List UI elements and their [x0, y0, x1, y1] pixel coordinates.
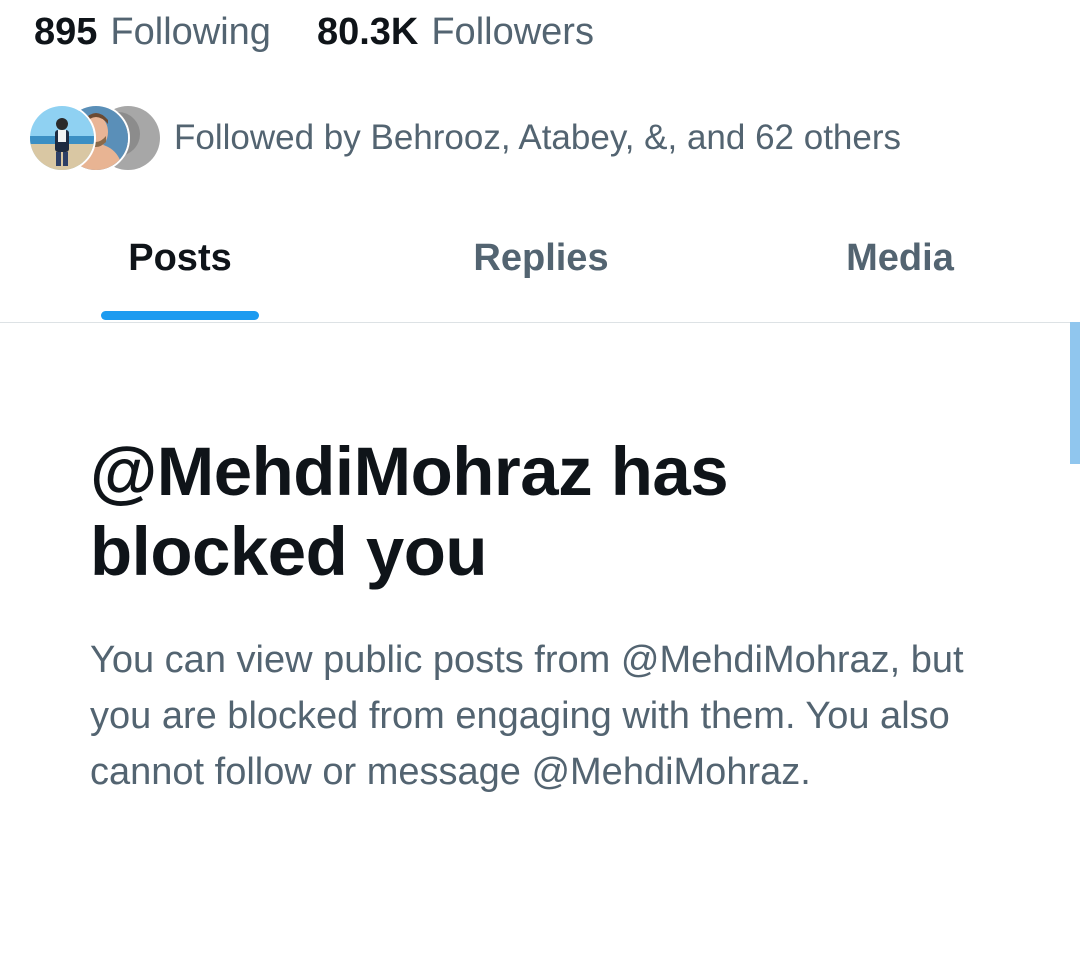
profile-tabs: Posts Replies Media — [0, 206, 1080, 323]
profile-stats: 895 Following 80.3K Followers — [34, 8, 594, 56]
active-tab-indicator — [101, 311, 259, 320]
blocked-title: @MehdiMohraz has blocked you — [90, 433, 729, 590]
following-label: Following — [110, 11, 271, 53]
tab-posts[interactable]: Posts — [100, 206, 260, 322]
followers-count: 80.3K — [316, 11, 419, 53]
followers-link[interactable]: 80.3K Followers — [317, 8, 594, 56]
followers-label: Followers — [431, 11, 594, 53]
followed-by-text: Followed by Behrooz, Atabey, &, and 62 o… — [174, 118, 902, 157]
blocked-description: You can view public posts from @MehdiMoh… — [90, 639, 964, 793]
tab-replies[interactable]: Replies — [440, 206, 642, 322]
followed-by-row[interactable]: Followed by Behrooz, Atabey, &, and 62 o… — [28, 104, 901, 172]
follower-avatars — [28, 104, 162, 172]
avatar — [28, 104, 96, 172]
following-count: 895 — [34, 11, 98, 53]
scrollbar[interactable] — [1070, 322, 1080, 464]
following-link[interactable]: 895 Following — [34, 8, 271, 56]
tab-media[interactable]: Media — [820, 206, 980, 322]
